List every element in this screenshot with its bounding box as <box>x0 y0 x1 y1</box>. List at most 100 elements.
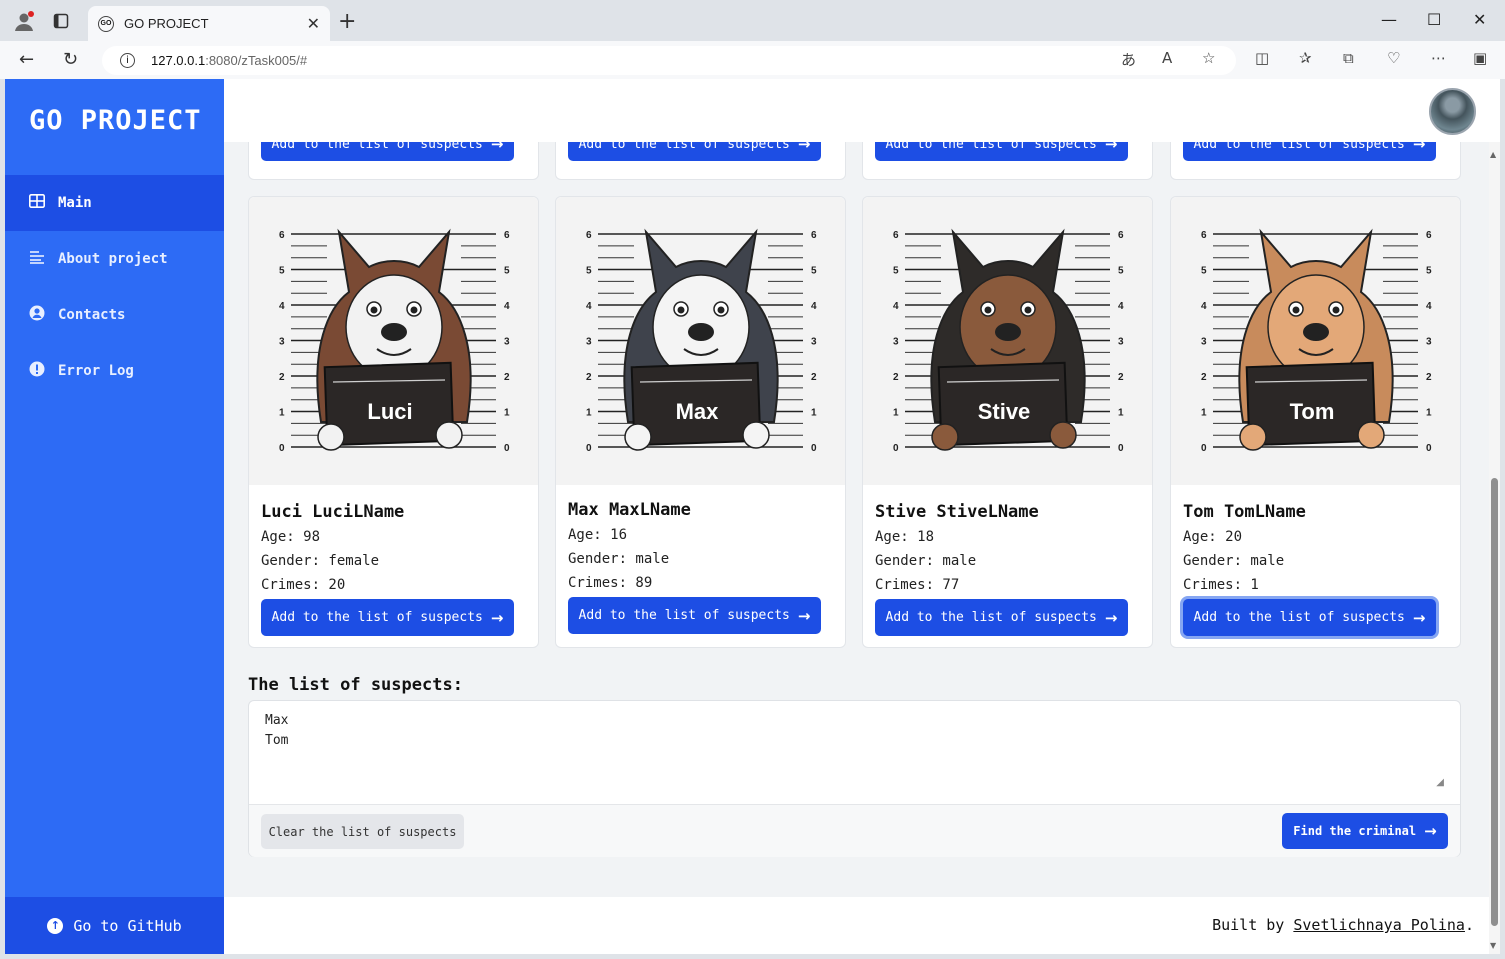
svg-text:5: 5 <box>1201 266 1207 277</box>
svg-text:2: 2 <box>504 372 510 383</box>
go-to-github-button[interactable]: ↑ Go to GitHub <box>5 897 224 954</box>
suspect-age: Age: 18 <box>875 529 935 545</box>
svg-text:1: 1 <box>504 408 510 419</box>
suspect-name: Luci LuciLName <box>261 502 405 522</box>
svg-text:0: 0 <box>1201 443 1207 454</box>
author-link[interactable]: Svetlichnaya Polina <box>1293 916 1465 934</box>
svg-text:3: 3 <box>279 337 285 348</box>
mugshot-image: 0 0 1 1 2 2 3 3 4 4 5 5 6 6 Max <box>556 197 845 485</box>
suspect-name: Tom TomLName <box>1183 502 1306 522</box>
add-to-suspects-button[interactable]: Add to the list of suspects → <box>261 599 514 636</box>
name-sign: Stive <box>931 361 1077 451</box>
new-tab-icon[interactable]: + <box>338 9 356 34</box>
svg-text:5: 5 <box>811 266 817 277</box>
svg-text:0: 0 <box>893 443 899 454</box>
clear-suspects-button[interactable]: Clear the list of suspects <box>261 814 464 849</box>
arrow-right-icon: → <box>490 142 504 153</box>
svg-text:5: 5 <box>1426 266 1432 277</box>
github-label: Go to GitHub <box>73 916 182 935</box>
add-to-suspects-button[interactable]: Add to the list of suspects → <box>261 142 514 161</box>
url-field[interactable]: i 127.0.0.1:8080/zTask005/# <box>102 46 1236 75</box>
svg-text:4: 4 <box>1201 301 1207 312</box>
maximize-icon[interactable]: ☐ <box>1427 10 1441 29</box>
add-to-suspects-button[interactable]: Add to the list of suspects → <box>1183 142 1436 161</box>
avatar[interactable] <box>1429 88 1476 135</box>
minimize-icon[interactable]: — <box>1381 10 1397 29</box>
collections-icon[interactable]: ⧉ <box>1343 49 1354 67</box>
favorite-star-icon[interactable]: ☆ <box>1202 49 1215 67</box>
back-icon[interactable]: ← <box>19 49 34 70</box>
main-content: Add to the list of suspects → Add to the … <box>224 142 1489 897</box>
suspect-crimes: Crimes: 1 <box>1183 577 1259 593</box>
svg-text:3: 3 <box>586 337 592 348</box>
card-partial: Add to the list of suspects → <box>555 142 846 180</box>
arrow-right-icon: → <box>490 608 504 627</box>
more-menu-icon[interactable]: ⋯ <box>1431 49 1446 67</box>
svg-text:3: 3 <box>893 337 899 348</box>
arrow-right-icon: → <box>797 142 811 153</box>
scroll-down-icon[interactable]: ▼ <box>1490 941 1496 950</box>
tab-title: GO PROJECT <box>124 16 209 31</box>
add-to-suspects-button[interactable]: Add to the list of suspects → <box>568 142 821 161</box>
suspects-textarea[interactable]: Max Tom <box>265 711 288 751</box>
svg-text:0: 0 <box>1426 443 1432 454</box>
find-criminal-button[interactable]: Find the criminal → <box>1282 813 1448 849</box>
svg-text:3: 3 <box>1118 337 1124 348</box>
browser-tab[interactable]: GO GO PROJECT ✕ <box>88 6 330 41</box>
svg-text:1: 1 <box>586 408 592 419</box>
read-aloud-icon[interactable]: A <box>1162 49 1172 67</box>
url-path: :8080/zTask005/# <box>205 53 308 68</box>
add-to-suspects-button[interactable]: Add to the list of suspects → <box>1183 599 1436 636</box>
sign-label: Max <box>676 399 720 424</box>
svg-text:6: 6 <box>279 230 285 241</box>
suspect-card-tom: 0 0 1 1 2 2 3 3 4 4 5 5 6 6 Tom Tom TomLName Age: 20 G… <box>1170 196 1461 648</box>
svg-text:5: 5 <box>893 266 899 277</box>
button-label: Add to the list of suspects <box>885 142 1097 152</box>
close-tab-icon[interactable]: ✕ <box>307 14 320 34</box>
svg-text:4: 4 <box>893 301 899 312</box>
profile-icon[interactable] <box>12 9 36 33</box>
sidebar-item-error-log[interactable]: Error Log <box>5 343 224 399</box>
sidebar-item-about-project[interactable]: About project <box>5 231 224 287</box>
suspect-age: Age: 16 <box>568 527 628 543</box>
site-info-icon[interactable]: i <box>120 53 135 68</box>
svg-text:6: 6 <box>586 230 592 241</box>
reload-icon[interactable]: ↻ <box>63 49 78 70</box>
built-suffix: . <box>1464 916 1474 934</box>
svg-text:0: 0 <box>1118 443 1124 454</box>
add-to-suspects-button[interactable]: Add to the list of suspects → <box>568 597 821 634</box>
mugshot-illustration: 0 0 1 1 2 2 3 3 4 4 5 5 6 6 Luci <box>249 197 538 485</box>
favorites-icon[interactable]: ✰ <box>1299 49 1312 67</box>
url-host: 127.0.0.1 <box>151 53 206 68</box>
suspect-age: Age: 98 <box>261 529 321 545</box>
svg-text:5: 5 <box>279 266 285 277</box>
sidebar-item-main[interactable]: Main <box>5 175 224 231</box>
split-screen-icon[interactable]: ◫ <box>1255 49 1269 67</box>
scroll-up-icon[interactable]: ▲ <box>1490 150 1496 159</box>
svg-text:6: 6 <box>1426 230 1432 241</box>
suspect-gender: Gender: male <box>568 551 670 567</box>
scrollbar-thumb[interactable] <box>1491 478 1498 926</box>
text-lines-icon <box>28 250 46 268</box>
tab-actions-icon[interactable] <box>49 9 73 33</box>
svg-text:4: 4 <box>504 301 510 312</box>
svg-text:0: 0 <box>586 443 592 454</box>
browser-essentials-icon[interactable]: ♡ <box>1387 49 1400 67</box>
sign-label: Tom <box>1290 399 1335 424</box>
built-prefix: Built by <box>1212 916 1294 934</box>
svg-text:1: 1 <box>811 408 817 419</box>
add-to-suspects-button[interactable]: Add to the list of suspects → <box>875 599 1128 636</box>
add-to-suspects-button[interactable]: Add to the list of suspects → <box>875 142 1128 161</box>
scrollbar[interactable]: ▲ ▼ <box>1489 142 1500 954</box>
resize-grip-icon[interactable]: ◢ <box>1436 777 1444 788</box>
mugshot-illustration: 0 0 1 1 2 2 3 3 4 4 5 5 6 6 Tom <box>1171 197 1460 485</box>
window-close-icon[interactable]: ✕ <box>1473 10 1486 29</box>
sidebar: GO PROJECT Main About project Contacts E… <box>5 79 224 954</box>
svg-text:3: 3 <box>504 337 510 348</box>
button-label: Add to the list of suspects <box>271 142 483 152</box>
sidebar-item-label: Main <box>58 195 92 211</box>
sidebar-item-contacts[interactable]: Contacts <box>5 287 224 343</box>
translate-icon[interactable]: あ <box>1121 49 1136 70</box>
brand-title[interactable]: GO PROJECT <box>29 105 202 136</box>
sidebar-toggle-icon[interactable]: ▣ <box>1473 49 1487 67</box>
